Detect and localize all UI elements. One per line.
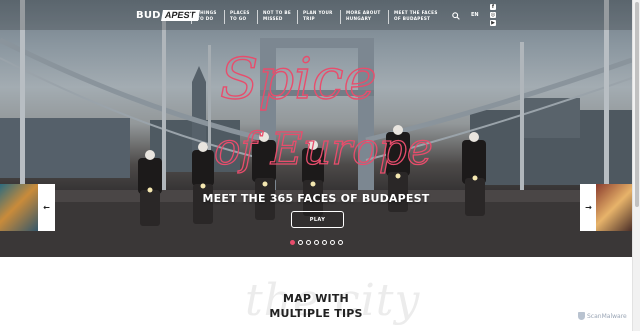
hero-script-title: Spice of Europe [213,46,433,175]
nav-meet-the-faces[interactable]: MEET THE FACES OF BUDAPEST [388,10,438,24]
nav-label-line2: TO GO [230,16,247,21]
section-title-line1: MAP WITH [283,292,349,305]
logo-text: BUD [136,9,161,21]
scanmalware-badge[interactable]: ScanMalware [578,312,627,320]
hero-slider: BUD APEST THINGS TO DO PLACES TO GO NOT … [0,0,632,257]
script-line-2: of Europe [214,124,433,175]
slider-dot[interactable] [330,240,335,245]
slider-dot[interactable] [290,240,295,245]
slider-dot[interactable] [314,240,319,245]
previous-slide-button[interactable]: ← [38,184,55,231]
nav-not-to-be-missed[interactable]: NOT TO BE MISSED [257,10,291,24]
nav-label-line2: MISSED [263,16,283,21]
map-section: the city MAP WITH MULTIPLE TIPS ScanMalw… [0,257,632,331]
shield-icon [578,312,585,320]
nav-more-about-hungary[interactable]: MORE ABOUT HUNGARY [340,10,381,24]
nav-label-line2: HUNGARY [346,16,372,21]
nav-label-line2: TRIP [303,16,315,21]
social-links: f ◎ ▶ [490,4,496,26]
scrollbar-thumb[interactable] [635,2,639,207]
top-navigation: BUD APEST THINGS TO DO PLACES TO GO NOT … [0,0,632,30]
section-title: MAP WITH MULTIPLE TIPS [0,291,632,321]
slider-dot[interactable] [338,240,343,245]
page: BUD APEST THINGS TO DO PLACES TO GO NOT … [0,0,640,331]
badge-label: ScanMalware [587,312,627,320]
page-scrollbar[interactable] [632,0,640,331]
script-line-1: Spice [220,47,377,112]
arrow-right-icon: → [585,203,592,212]
nav-places-to-go[interactable]: PLACES TO GO [224,10,250,24]
language-switch[interactable]: EN [471,12,479,18]
slider-dots [290,240,343,245]
arrow-left-icon: ← [43,203,50,212]
nav-label-line2: TO DO [197,16,214,21]
previous-slide-thumbnail[interactable] [0,184,38,231]
budapest-logo[interactable]: BUD APEST [136,9,200,21]
instagram-icon[interactable]: ◎ [490,12,496,18]
hero-caption: MEET THE 365 FACES OF BUDAPEST [202,192,430,205]
nav-plan-your-trip[interactable]: PLAN YOUR TRIP [297,10,333,24]
youtube-icon[interactable]: ▶ [490,20,496,26]
play-button[interactable]: PLAY [291,211,344,228]
nav-things-to-do[interactable]: THINGS TO DO [191,10,217,24]
search-icon[interactable] [452,12,460,20]
slider-dot[interactable] [306,240,311,245]
section-title-line2: MULTIPLE TIPS [269,307,363,320]
slider-dot[interactable] [322,240,327,245]
slider-dot[interactable] [298,240,303,245]
facebook-icon[interactable]: f [490,4,496,10]
next-slide-thumbnail[interactable] [596,184,632,231]
nav-label-line2: OF BUDAPEST [394,16,431,21]
next-slide-button[interactable]: → [580,184,597,231]
